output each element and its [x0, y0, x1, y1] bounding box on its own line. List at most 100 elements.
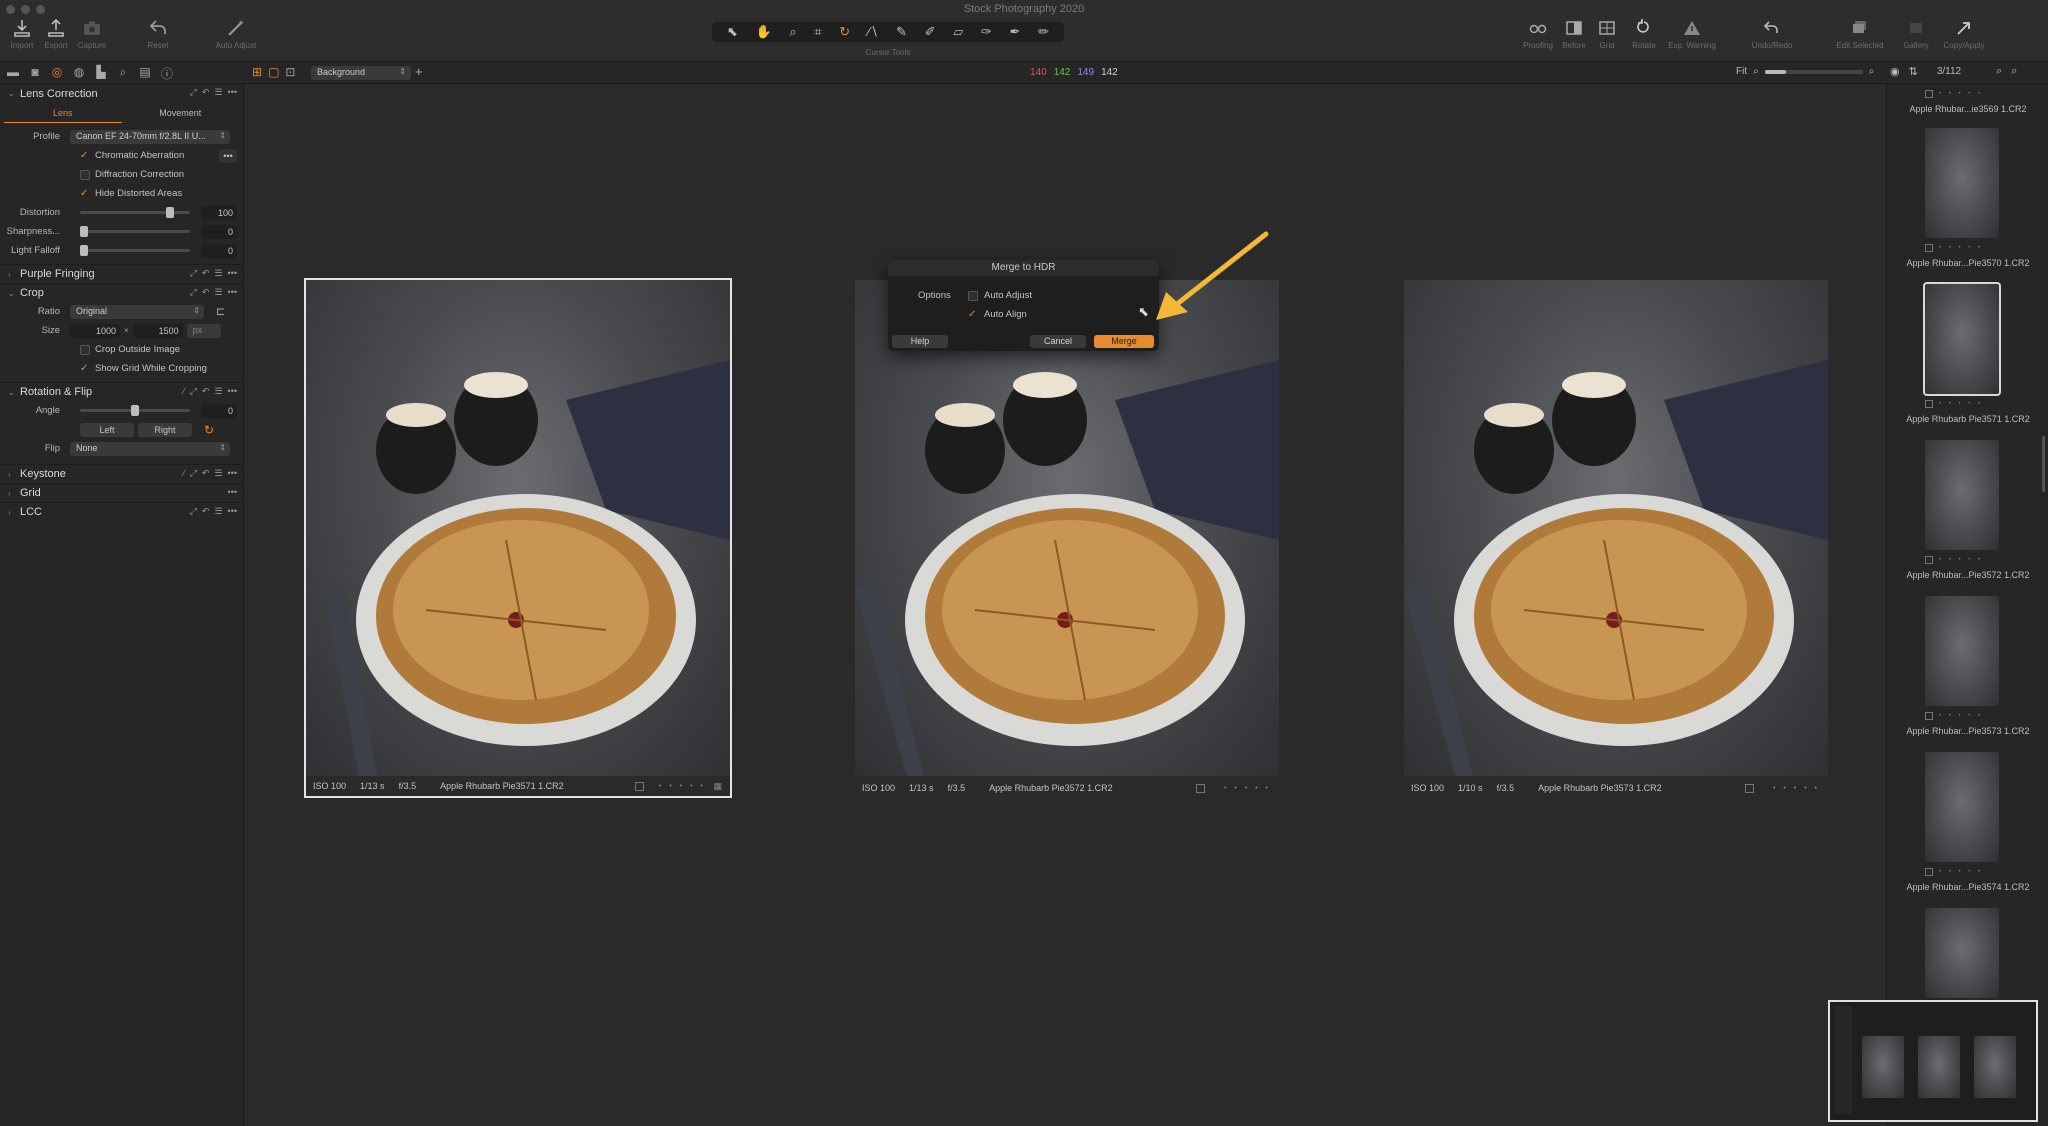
crop-header[interactable]: ⌄ Crop ⤢ ↶ ☰ ••• [0, 283, 243, 302]
rating-stars[interactable]: • • • • • [1939, 401, 1983, 407]
proofing-button[interactable]: Proofing [1518, 18, 1558, 50]
more-icon[interactable]: ••• [228, 268, 237, 279]
eraser-cursor-icon[interactable]: ✐ [925, 24, 936, 40]
crop-outside-checkbox[interactable]: Crop Outside Image [80, 344, 180, 355]
loupe-cursor-icon[interactable]: ⌕ [789, 24, 796, 40]
gallery-button[interactable]: Gallery [1896, 18, 1936, 50]
auto-icon[interactable]: ⤢ [190, 386, 197, 397]
reset-tool-icon[interactable]: ↶ [202, 87, 210, 98]
tab-movement[interactable]: Movement [122, 105, 240, 123]
falloff-slider[interactable] [80, 245, 190, 256]
rating-stars[interactable]: • • • • • [1939, 869, 1983, 875]
rotate-cursor-icon[interactable]: ↻ [839, 24, 850, 40]
zoom-out-icon[interactable]: ⌕ [1753, 66, 1759, 77]
crop-height-field[interactable]: 1500 [132, 323, 183, 338]
reset-button[interactable]: Reset [112, 18, 204, 50]
rotation-flip-header[interactable]: ⌄ Rotation & Flip ∕ ⤢ ↶ ☰ ••• [0, 382, 243, 401]
exp-warning-button[interactable]: Exp. Warning [1664, 18, 1720, 50]
merge-button[interactable]: Merge [1094, 335, 1154, 348]
auto-icon[interactable]: ⤢ [190, 87, 197, 98]
viewer-image[interactable]: ISO 100 1/13 s f/3.5 Apple Rhubarb Pie35… [855, 280, 1279, 798]
slider-knob[interactable] [80, 226, 88, 237]
zoom-slider[interactable] [1764, 69, 1863, 74]
lcc-header[interactable]: › LCC ⤢ ↶ ☰ ••• [0, 502, 243, 521]
angle-slider[interactable] [80, 405, 190, 416]
profile-select[interactable]: Canon EF 24-70mm f/2.8L II U... ⇕ [70, 129, 230, 144]
rotate-left-button[interactable]: Left [80, 422, 134, 437]
auto-icon[interactable]: ⤢ [190, 287, 197, 298]
presets-icon[interactable]: ☰ [214, 506, 222, 517]
library-tab-icon[interactable]: ▬ [6, 65, 20, 82]
select-checkbox[interactable] [1925, 868, 1933, 876]
presets-icon[interactable]: ☰ [214, 386, 222, 397]
chromatic-aberration-checkbox[interactable]: ✓ Chromatic Aberration [80, 150, 184, 161]
rotate-reset-icon[interactable]: ↻ [204, 423, 214, 437]
select-checkbox[interactable] [1925, 90, 1933, 98]
presets-icon[interactable]: ☰ [214, 287, 222, 298]
sharpness-slider[interactable] [80, 226, 190, 237]
rating-stars[interactable]: • • • • • [659, 783, 706, 790]
cancel-button[interactable]: Cancel [1030, 335, 1086, 348]
slider-knob[interactable] [166, 207, 174, 218]
capture-tab-icon[interactable]: ◙ [28, 65, 42, 82]
select-cursor-icon[interactable]: ⬉ [727, 24, 738, 40]
more-options-icon[interactable]: ••• [219, 148, 237, 163]
brush-cursor-icon[interactable]: ✎ [896, 24, 907, 40]
annotate-cursor-icon[interactable]: ✏ [1038, 24, 1049, 40]
zoom-in-icon[interactable]: ⌕ [1869, 66, 1875, 77]
auto-adjust-button[interactable]: Auto Adjust [204, 18, 268, 50]
import-button[interactable]: Import [4, 18, 40, 50]
browser-scrollbar[interactable] [2042, 436, 2045, 492]
auto-align-checkbox[interactable]: ✓ Auto Align [968, 309, 1027, 320]
unit-select[interactable]: px [186, 323, 221, 338]
help-button[interactable]: Help [892, 335, 948, 348]
metadata-tab-icon[interactable]: ▤ [138, 65, 152, 82]
reset-tool-icon[interactable]: ↶ [202, 287, 210, 298]
multi-view-icon[interactable]: ⊞ [252, 65, 262, 79]
select-checkbox[interactable] [1925, 400, 1933, 408]
gradient-cursor-icon[interactable]: ▱ [953, 24, 963, 40]
rotate-button[interactable]: Rotate [1624, 18, 1664, 50]
more-icon[interactable]: ••• [228, 506, 237, 517]
grid-header[interactable]: › Grid ••• [0, 483, 243, 502]
falloff-value[interactable]: 0 [201, 243, 237, 258]
select-checkbox[interactable] [1196, 783, 1205, 793]
rating-stars[interactable]: • • • • • [1224, 785, 1271, 792]
flip-select[interactable]: None ⇕ [70, 441, 230, 456]
undo-redo-button[interactable]: Undo/Redo [1720, 18, 1824, 50]
copy-apply-button[interactable]: Copy/Apply [1936, 18, 1992, 50]
export-button[interactable]: Export [40, 18, 72, 50]
zoom-fit-label[interactable]: Fit [1736, 66, 1747, 77]
rating-stars[interactable]: • • • • • [1773, 785, 1820, 792]
info-tab-icon[interactable]: ⓘ [160, 65, 174, 82]
filter-icon[interactable]: ⌕ [2011, 65, 2017, 78]
rating-stars[interactable]: • • • • • [1939, 245, 1983, 251]
exposure-tab-icon[interactable]: ▙ [94, 65, 108, 82]
rotate-right-button[interactable]: Right [138, 422, 192, 437]
more-icon[interactable]: ••• [228, 468, 237, 479]
navigator-preview[interactable] [1828, 1000, 2038, 1122]
auto-adjust-checkbox[interactable]: Auto Adjust [968, 290, 1032, 301]
select-checkbox[interactable] [635, 781, 644, 791]
grid-button[interactable]: Grid [1590, 18, 1624, 50]
more-icon[interactable]: ••• [228, 287, 237, 298]
color-picker-cursor-icon[interactable]: ✑ [981, 24, 992, 40]
rating-stars[interactable]: • • • • • [1939, 91, 1983, 97]
distortion-value[interactable]: 100 [201, 205, 237, 220]
select-checkbox[interactable] [1925, 556, 1933, 564]
auto-icon[interactable]: ⤢ [190, 468, 197, 479]
purple-fringing-header[interactable]: › Purple Fringing ⤢ ↶ ☰ ••• [0, 264, 243, 283]
more-icon[interactable]: ••• [228, 386, 237, 397]
lens-tab-icon[interactable]: ◎ [50, 65, 64, 82]
details-tab-icon[interactable]: ⌕ [116, 65, 130, 82]
straighten-icon[interactable]: ∕ [183, 468, 185, 479]
rating-stars[interactable]: • • • • • [1939, 557, 1983, 563]
more-icon[interactable]: ••• [228, 487, 237, 497]
diffraction-correction-checkbox[interactable]: Diffraction Correction [80, 169, 184, 180]
reset-tool-icon[interactable]: ↶ [202, 386, 210, 397]
crop-width-field[interactable]: 1000 [70, 323, 120, 338]
tab-lens[interactable]: Lens [4, 105, 122, 123]
keystone-header[interactable]: › Keystone ∕ ⤢ ↶ ☰ ••• [0, 464, 243, 483]
lens-correction-header[interactable]: ⌄ Lens Correction ⤢ ↶ ☰ ••• [0, 84, 243, 103]
distortion-slider[interactable] [80, 207, 190, 218]
